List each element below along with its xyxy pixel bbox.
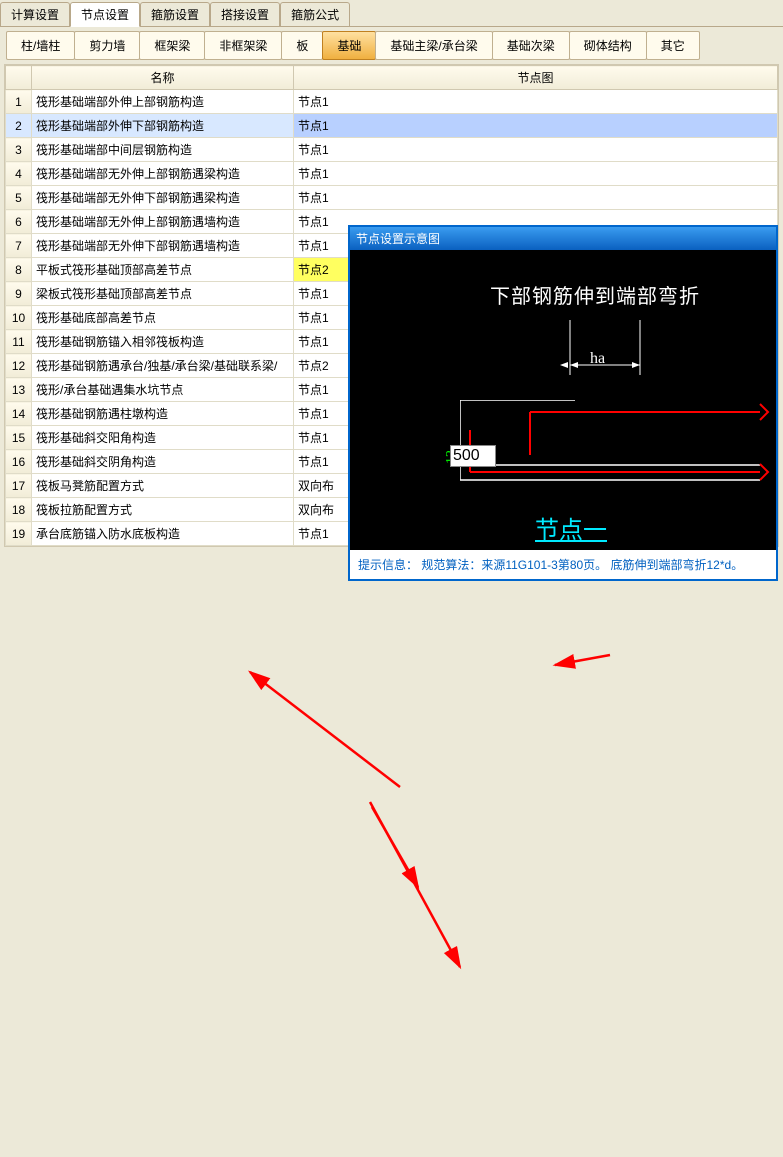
row-node[interactable]: 节点1 — [294, 90, 778, 114]
row-node[interactable]: 节点1 — [294, 114, 778, 138]
row-num: 15 — [6, 426, 32, 450]
table-row[interactable]: 2筏形基础端部外伸下部钢筋构造节点1 — [6, 114, 778, 138]
diagram-title: 节点设置示意图 — [350, 227, 776, 250]
row-node[interactable]: 节点1 — [294, 162, 778, 186]
row-name: 筏形基础斜交阴角构造 — [32, 450, 294, 474]
col-header-node: 节点图 — [294, 66, 778, 90]
row-name: 筏形基础斜交阳角构造 — [32, 426, 294, 450]
row-name: 筏形基础端部无外伸下部钢筋遇梁构造 — [32, 186, 294, 210]
row-name: 筏形基础底部高差节点 — [32, 306, 294, 330]
sub-tab-1[interactable]: 剪力墙 — [74, 31, 140, 60]
sub-tab-9[interactable]: 其它 — [646, 31, 700, 60]
row-num: 12 — [6, 354, 32, 378]
sub-tab-7[interactable]: 基础次梁 — [492, 31, 570, 60]
top-tab-3[interactable]: 搭接设置 — [210, 2, 280, 26]
row-num: 17 — [6, 474, 32, 498]
row-num: 10 — [6, 306, 32, 330]
annotation-overlay — [0, 547, 783, 1157]
table-row[interactable]: 3筏形基础端部中间层钢筋构造节点1 — [6, 138, 778, 162]
row-name: 筏形/承台基础遇集水坑节点 — [32, 378, 294, 402]
row-num: 1 — [6, 90, 32, 114]
sub-tab-0[interactable]: 柱/墙柱 — [6, 31, 75, 60]
row-node[interactable]: 节点1 — [294, 138, 778, 162]
diagram-top-text: 下部钢筋伸到端部弯折 — [490, 280, 700, 309]
row-num: 9 — [6, 282, 32, 306]
table-row[interactable]: 4筏形基础端部无外伸上部钢筋遇梁构造节点1 — [6, 162, 778, 186]
top-tab-bar: 计算设置节点设置箍筋设置搭接设置箍筋公式 — [0, 0, 783, 27]
row-num: 4 — [6, 162, 32, 186]
row-name: 筏板马凳筋配置方式 — [32, 474, 294, 498]
row-num: 16 — [6, 450, 32, 474]
top-tab-1[interactable]: 节点设置 — [70, 2, 140, 27]
row-num: 5 — [6, 186, 32, 210]
row-node[interactable]: 节点1 — [294, 186, 778, 210]
diagram-caption[interactable]: 节点一 — [535, 510, 607, 545]
row-name: 筏板拉筋配置方式 — [32, 498, 294, 522]
sub-tab-6[interactable]: 基础主梁/承台梁 — [375, 31, 492, 60]
sub-tab-3[interactable]: 非框架梁 — [204, 31, 282, 60]
row-name: 平板式筏形基础顶部高差节点 — [32, 258, 294, 282]
diagram-hint: 提示信息： 规范算法：来源11G101-3第80页。 底筋伸到端部弯折12*d。 — [350, 550, 776, 579]
row-name: 筏形基础钢筋遇承台/独基/承台梁/基础联系梁/ — [32, 354, 294, 378]
row-name: 筏形基础端部无外伸上部钢筋遇梁构造 — [32, 162, 294, 186]
row-num: 6 — [6, 210, 32, 234]
table-row[interactable]: 5筏形基础端部无外伸下部钢筋遇梁构造节点1 — [6, 186, 778, 210]
row-num: 19 — [6, 522, 32, 546]
sub-tab-4[interactable]: 板 — [281, 31, 323, 60]
col-header-name: 名称 — [32, 66, 294, 90]
row-num: 18 — [6, 498, 32, 522]
row-name: 筏形基础端部外伸上部钢筋构造 — [32, 90, 294, 114]
row-num: 7 — [6, 234, 32, 258]
top-tab-4[interactable]: 箍筋公式 — [280, 2, 350, 26]
row-num: 13 — [6, 378, 32, 402]
sub-tab-2[interactable]: 框架梁 — [139, 31, 205, 60]
row-name: 梁板式筏形基础顶部高差节点 — [32, 282, 294, 306]
top-tab-0[interactable]: 计算设置 — [0, 2, 70, 26]
row-name: 筏形基础钢筋遇柱墩构造 — [32, 402, 294, 426]
row-name: 筏形基础端部无外伸下部钢筋遇墙构造 — [32, 234, 294, 258]
row-name: 筏形基础端部无外伸上部钢筋遇墙构造 — [32, 210, 294, 234]
node-diagram-panel: 节点设置示意图 下部钢筋伸到端部弯折 ha — [348, 225, 778, 581]
row-num: 2 — [6, 114, 32, 138]
sub-tab-8[interactable]: 砌体结构 — [569, 31, 647, 60]
row-name: 筏形基础端部中间层钢筋构造 — [32, 138, 294, 162]
row-num: 14 — [6, 402, 32, 426]
row-name: 筏形基础钢筋锚入相邻筏板构造 — [32, 330, 294, 354]
row-num: 8 — [6, 258, 32, 282]
row-num: 3 — [6, 138, 32, 162]
diagram-value-input[interactable] — [450, 445, 496, 467]
row-num: 11 — [6, 330, 32, 354]
top-tab-2[interactable]: 箍筋设置 — [140, 2, 210, 26]
sub-tab-bar: 柱/墙柱剪力墙框架梁非框架梁板基础基础主梁/承台梁基础次梁砌体结构其它 — [0, 27, 783, 64]
col-header-num — [6, 66, 32, 90]
sub-tab-5[interactable]: 基础 — [322, 31, 376, 60]
diagram-canvas: 下部钢筋伸到端部弯折 ha — [350, 250, 776, 550]
row-name: 承台底筋锚入防水底板构造 — [32, 522, 294, 546]
row-name: 筏形基础端部外伸下部钢筋构造 — [32, 114, 294, 138]
table-row[interactable]: 1筏形基础端部外伸上部钢筋构造节点1 — [6, 90, 778, 114]
